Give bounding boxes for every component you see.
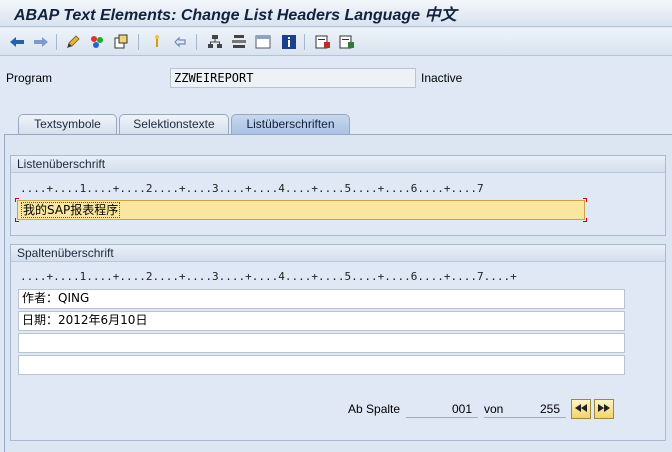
check-icon[interactable]: [172, 33, 190, 51]
test-icon[interactable]: [88, 33, 106, 51]
toolbar-separator: [56, 34, 57, 50]
focus-marker: [583, 198, 587, 202]
window-title: ABAP Text Elements: Change List Headers …: [14, 7, 457, 24]
application-toolbar: [0, 28, 672, 56]
save-translation-icon[interactable]: [314, 33, 332, 51]
ab-spalte-underline: [406, 417, 478, 418]
focus-marker: [583, 218, 587, 222]
scroll-right-button[interactable]: [594, 399, 614, 419]
tab-textsymbole[interactable]: Textsymbole: [18, 114, 117, 134]
program-label: Program: [6, 71, 53, 85]
where-used-icon[interactable]: [148, 33, 166, 51]
compare-icon[interactable]: [338, 33, 356, 51]
list-header-title: Listenüberschrift: [11, 156, 665, 173]
forward-arrow-icon[interactable]: [32, 33, 50, 51]
layout-icon[interactable]: [230, 33, 248, 51]
object-list-icon[interactable]: [112, 33, 130, 51]
tab-selektionstexte[interactable]: Selektionstexte: [119, 114, 229, 134]
double-arrow-right-icon: [597, 403, 611, 416]
edit-pencil-icon[interactable]: [64, 33, 82, 51]
focus-marker: [15, 218, 19, 222]
focus-marker: [15, 198, 19, 202]
toolbar-separator: [196, 34, 197, 50]
back-arrow-icon[interactable]: [8, 33, 26, 51]
hierarchy-icon[interactable]: [206, 33, 224, 51]
column-header-ruler: ....+....1....+....2....+....3....+....4…: [20, 270, 517, 283]
toolbar-separator: [304, 34, 305, 50]
column-header-row[interactable]: [18, 333, 625, 353]
scroll-left-button[interactable]: [571, 399, 591, 419]
ab-spalte-label: Ab Spalte: [348, 402, 401, 416]
toolbar-separator: [138, 34, 139, 50]
list-header-ruler: ....+....1....+....2....+....3....+....4…: [20, 182, 484, 195]
program-status: Inactive: [421, 71, 463, 85]
double-arrow-left-icon: [574, 403, 588, 416]
tab-listueberschriften[interactable]: Listüberschriften: [231, 114, 350, 134]
list-header-input[interactable]: 我的SAP报表程序: [17, 200, 585, 220]
window-icon[interactable]: [254, 33, 272, 51]
ab-spalte-value[interactable]: 001: [452, 402, 472, 416]
info-icon[interactable]: [280, 33, 298, 51]
von-value: 255: [540, 402, 561, 416]
title-bar: ABAP Text Elements: Change List Headers …: [0, 0, 672, 27]
tab-strip: Textsymbole Selektionstexte Listüberschr…: [0, 114, 672, 134]
program-name-field: ZZWEIREPORT: [170, 68, 416, 88]
column-header-row[interactable]: 日期：2012年6月10日: [18, 311, 625, 331]
von-underline: [484, 417, 566, 418]
column-header-row[interactable]: 作者：QING: [18, 289, 625, 309]
list-header-value: 我的SAP报表程序: [21, 202, 121, 218]
column-header-title: Spaltenüberschrift: [11, 245, 665, 262]
von-label: von: [484, 402, 504, 416]
column-header-row[interactable]: [18, 355, 625, 375]
list-header-group: Listenüberschrift: [10, 155, 666, 236]
